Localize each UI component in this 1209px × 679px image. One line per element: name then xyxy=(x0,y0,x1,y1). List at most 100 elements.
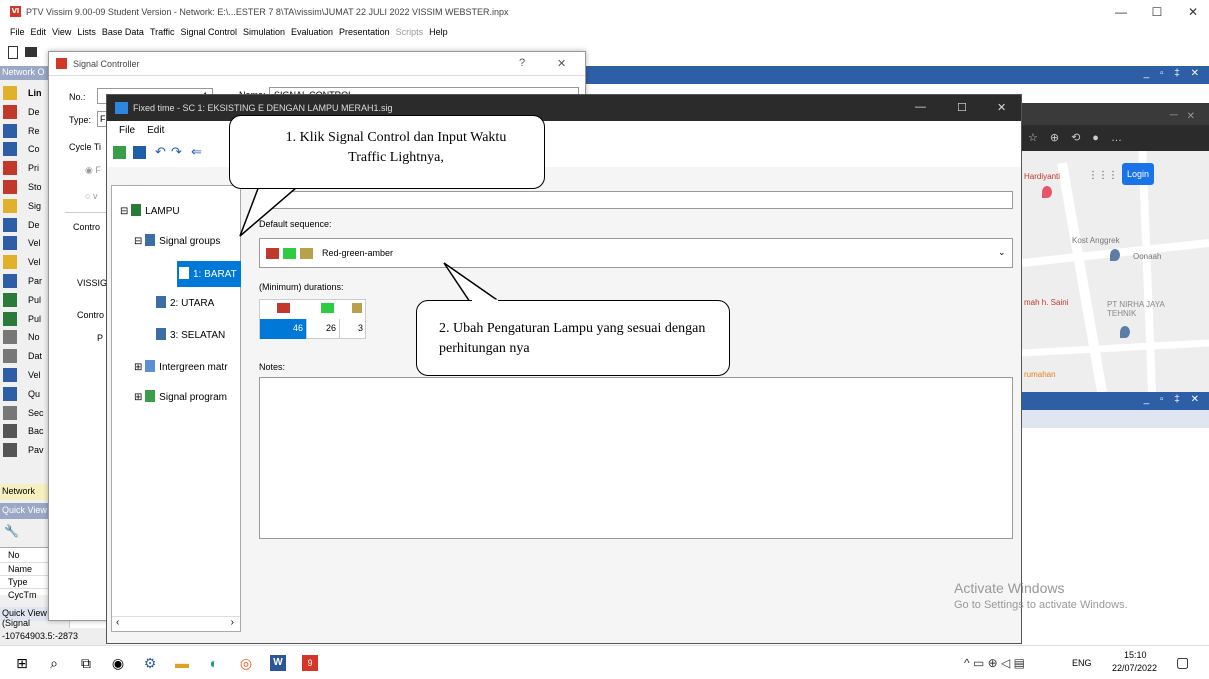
menu-traffic[interactable]: Traffic xyxy=(147,24,178,37)
network-object-icon-15[interactable] xyxy=(3,368,17,382)
sc-close-button[interactable]: ✕ xyxy=(557,57,566,70)
notes-textarea[interactable] xyxy=(259,377,1013,539)
network-object-icon-9[interactable] xyxy=(3,255,17,270)
network-object-icon-1[interactable] xyxy=(3,104,17,119)
menu-evaluation[interactable]: Evaluation xyxy=(288,24,336,37)
map-pin-icon-2[interactable] xyxy=(1110,249,1120,261)
tree-root[interactable]: ⊟ LAMPU xyxy=(120,204,180,217)
menu-base-data[interactable]: Base Data xyxy=(99,24,147,37)
network-object-icon-7[interactable] xyxy=(3,217,17,232)
option-fixed-radio[interactable]: ◉ F xyxy=(85,165,101,176)
ft-menu-file[interactable]: File xyxy=(107,121,135,136)
menu-help[interactable]: Help xyxy=(426,24,451,37)
map-pin-icon[interactable] xyxy=(1042,186,1052,198)
menu-simulation[interactable]: Simulation xyxy=(240,24,288,37)
network-object-item-12[interactable]: Pul xyxy=(28,314,41,324)
network-object-item-18[interactable]: Bac xyxy=(28,426,44,436)
network-object-icon-10[interactable] xyxy=(3,274,17,288)
option-variable-radio[interactable]: ○ v xyxy=(85,191,97,201)
wrench-icon[interactable]: 🔧 xyxy=(4,524,19,538)
tree-signal-program[interactable]: ⊞ Signal program xyxy=(134,390,227,403)
network-object-item-2[interactable]: Re xyxy=(28,126,40,136)
map-pin-icon-3[interactable] xyxy=(1120,326,1130,338)
menu-view[interactable]: View xyxy=(49,24,74,37)
network-object-item-1[interactable]: De xyxy=(28,107,40,117)
task-view-icon[interactable]: ⧉ xyxy=(78,655,94,671)
network-object-item-8[interactable]: Vel xyxy=(28,238,41,248)
search-icon[interactable]: ⌕ xyxy=(46,655,62,671)
tray-icons[interactable]: ^ ▭ ⊕ ◁ ▤ xyxy=(964,656,1025,670)
browser-icons[interactable]: ☆⊕⟲●… xyxy=(1028,131,1134,144)
clock-date[interactable]: 22/07/2022 xyxy=(1112,663,1157,673)
network-object-item-3[interactable]: Co xyxy=(28,144,40,154)
chevron-down-icon[interactable]: ⌄ xyxy=(998,247,1006,258)
file-explorer-icon[interactable]: ▬ xyxy=(174,655,190,671)
network-object-item-0[interactable]: Lin xyxy=(28,88,42,98)
pane-controls[interactable]: _ ▫ ‡ ✕ xyxy=(1144,68,1203,79)
word-icon[interactable]: W xyxy=(270,655,286,671)
tree-group-utara[interactable]: 2: UTARA xyxy=(156,296,214,309)
help-button[interactable]: ? xyxy=(519,57,525,69)
login-button[interactable]: Login xyxy=(1122,163,1154,185)
pane-controls-2[interactable]: _ ▫ ‡ ✕ xyxy=(1144,394,1203,405)
network-object-icon-5[interactable] xyxy=(3,180,17,194)
app-icon-1[interactable]: ◉ xyxy=(110,655,126,671)
maximize-button[interactable]: ☐ xyxy=(1144,4,1170,20)
sequence-select[interactable]: Red-green-amber ⌄ xyxy=(259,238,1013,268)
network-object-item-4[interactable]: Pri xyxy=(28,163,39,173)
network-object-icon-3[interactable] xyxy=(3,142,17,157)
menu-scripts[interactable]: Scripts xyxy=(393,24,427,37)
ft-minimize-button[interactable]: — xyxy=(915,101,926,113)
close-button[interactable]: ✕ xyxy=(1180,4,1206,20)
network-object-item-13[interactable]: No xyxy=(28,332,40,342)
tree-intergreen[interactable]: ⊞ Intergreen matr xyxy=(134,360,228,373)
open-folder-icon[interactable] xyxy=(25,47,37,57)
settings-gear-icon[interactable]: ⚙ xyxy=(142,655,158,671)
duration-amber-cell[interactable]: 3 xyxy=(339,319,366,339)
network-object-item-6[interactable]: Sig xyxy=(28,201,41,211)
duration-red-cell[interactable]: 46 xyxy=(260,319,306,339)
redo-icon[interactable]: ↷ xyxy=(171,144,182,160)
network-object-item-15[interactable]: Vel xyxy=(28,370,41,380)
network-object-icon-11[interactable] xyxy=(3,292,17,307)
duration-green-cell[interactable]: 26 xyxy=(306,319,339,339)
network-object-icon-6[interactable] xyxy=(3,198,17,213)
network-object-item-7[interactable]: De xyxy=(28,220,40,230)
network-object-icon-0[interactable] xyxy=(3,86,17,100)
network-object-icon-4[interactable] xyxy=(3,161,17,176)
network-object-item-11[interactable]: Pul xyxy=(28,295,41,305)
tree-group-selatan[interactable]: 3: SELATAN xyxy=(156,328,225,341)
ft-close-button[interactable]: ✕ xyxy=(997,101,1006,114)
save-icon[interactable] xyxy=(133,146,146,159)
network-object-icon-14[interactable] xyxy=(3,349,17,364)
network-object-item-16[interactable]: Qu xyxy=(28,389,40,399)
network-object-item-9[interactable]: Vel xyxy=(28,257,41,267)
import-icon[interactable] xyxy=(113,146,126,159)
network-object-item-19[interactable]: Pav xyxy=(28,445,44,455)
edge-browser-icon[interactable]: ◐ xyxy=(206,655,222,671)
back-arrow-icon[interactable]: ⇐ xyxy=(191,144,202,160)
menu-signal-control[interactable]: Signal Control xyxy=(177,24,240,37)
vissim-taskbar-icon[interactable]: 9 xyxy=(302,655,318,671)
network-object-icon-13[interactable] xyxy=(3,330,17,345)
minimize-button[interactable]: — xyxy=(1108,4,1134,20)
network-object-icon-18[interactable] xyxy=(3,424,17,439)
network-object-icon-8[interactable] xyxy=(3,236,17,251)
ft-menu-edit[interactable]: Edit xyxy=(135,121,164,136)
undo-icon[interactable]: ↶ xyxy=(155,144,166,160)
notification-icon[interactable]: ▢ xyxy=(1176,654,1189,671)
menu-presentation[interactable]: Presentation xyxy=(336,24,393,37)
chrome-icon[interactable]: ◎ xyxy=(238,655,254,671)
network-object-item-17[interactable]: Sec xyxy=(28,408,44,418)
ft-maximize-button[interactable]: ☐ xyxy=(957,101,967,114)
clock-time[interactable]: 15:10 xyxy=(1124,650,1147,660)
network-object-icon-12[interactable] xyxy=(3,311,17,326)
tree-group-barat-selected[interactable]: 1: BARAT xyxy=(177,261,241,287)
tree-signal-groups[interactable]: ⊟ Signal groups xyxy=(134,234,220,247)
menu-file[interactable]: File xyxy=(0,24,28,37)
network-object-icon-17[interactable] xyxy=(3,405,17,420)
network-object-item-10[interactable]: Par xyxy=(28,276,42,286)
network-object-item-14[interactable]: Dat xyxy=(28,351,42,361)
network-object-icon-19[interactable] xyxy=(3,443,17,458)
windows-start-icon[interactable]: ⊞ xyxy=(14,655,30,671)
